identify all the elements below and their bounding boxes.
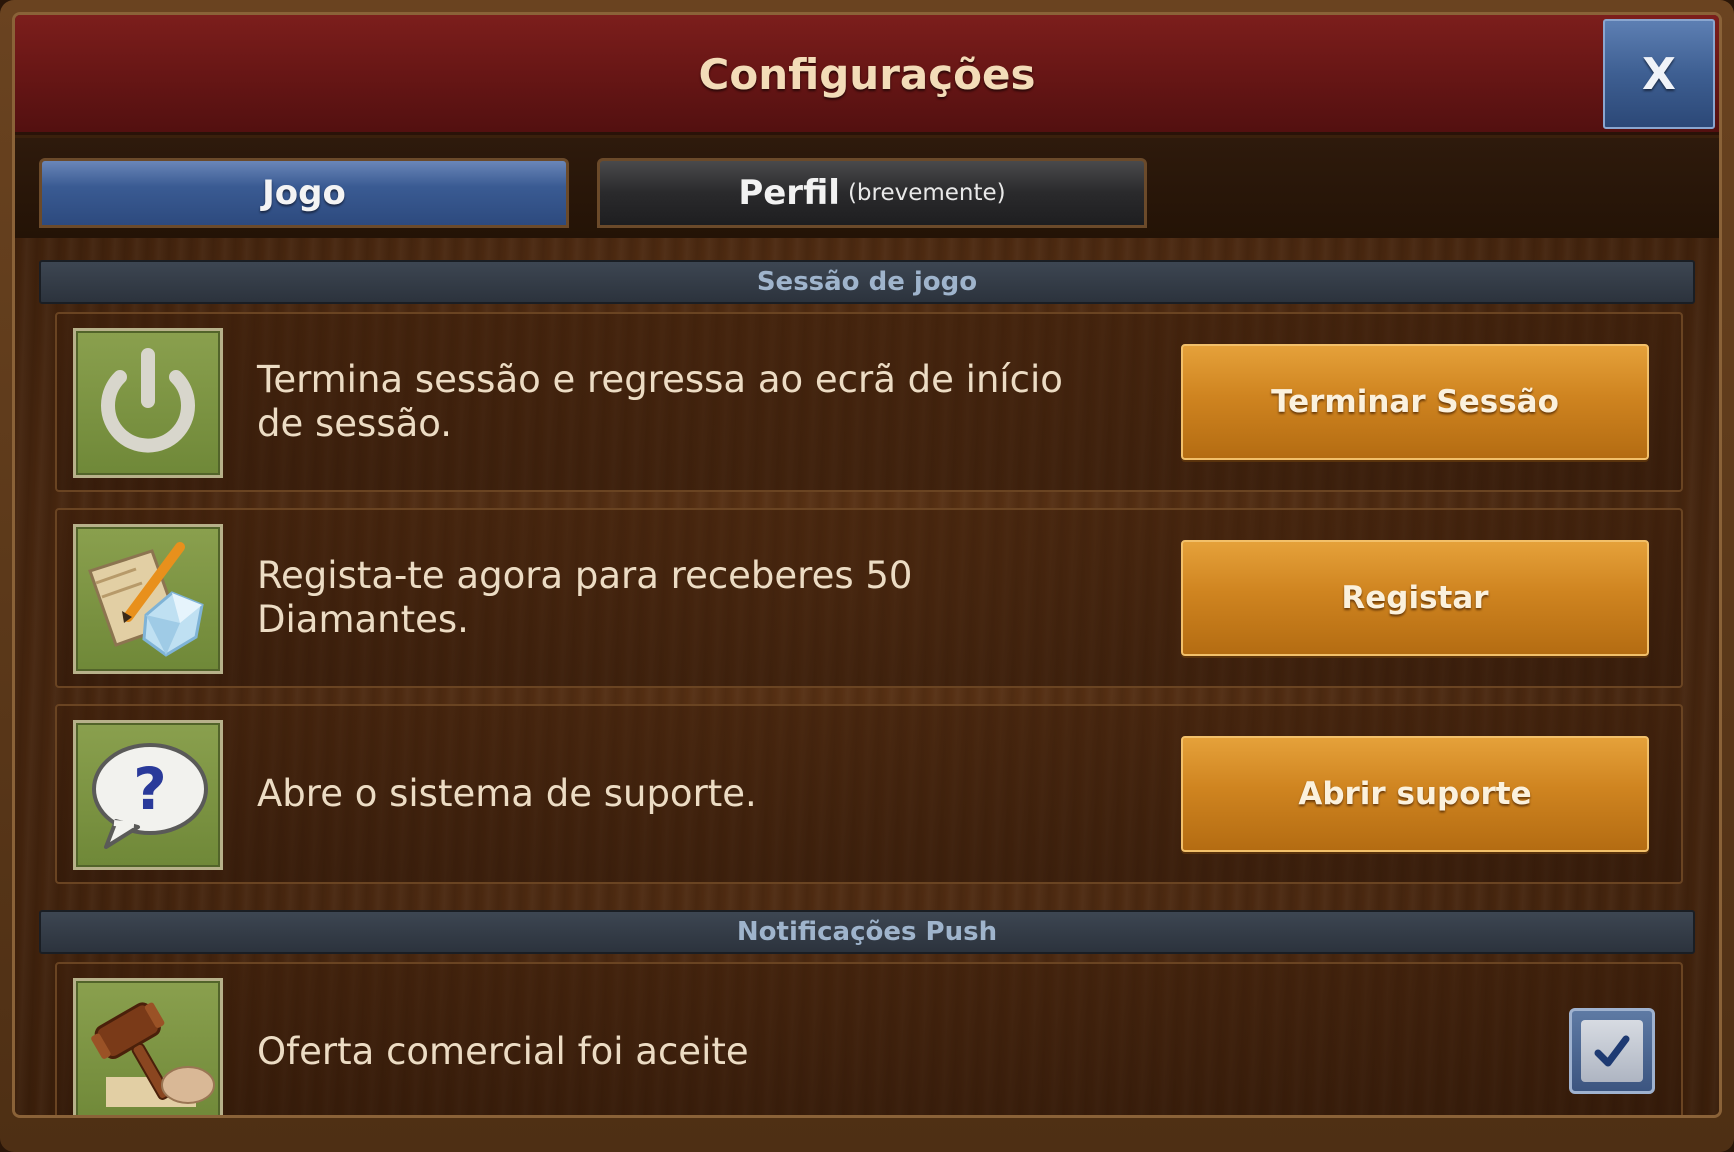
power-icon (73, 328, 223, 478)
settings-dialog: Configurações X Jogo Perfil (brevemente)… (0, 0, 1734, 1152)
section-header-push: Notificações Push (39, 910, 1695, 954)
settings-content: Sessão de jogo Termina sessão e regressa… (15, 238, 1719, 1115)
tab-perfil[interactable]: Perfil (brevemente) (597, 158, 1147, 228)
close-icon: X (1642, 48, 1676, 100)
tab-perfil-sublabel: (brevemente) (847, 180, 1006, 206)
settings-row-trade-notification: Oferta comercial foi aceite (55, 962, 1683, 1115)
tab-strip: Jogo Perfil (brevemente) (15, 138, 1719, 238)
support-description: Abre o sistema de suporte. (257, 772, 757, 815)
close-button[interactable]: X (1603, 19, 1715, 129)
register-description: Regista-te agora para receberes 50 Diama… (257, 554, 913, 641)
dialog-title: Configurações (698, 50, 1036, 99)
support-question-icon: ? (73, 720, 223, 870)
tab-jogo-label: Jogo (262, 173, 346, 213)
settings-row-register: Regista-te agora para receberes 50 Diama… (55, 508, 1683, 688)
settings-row-logout: Termina sessão e regressa ao ecrã de iní… (55, 312, 1683, 492)
register-diamonds-icon (73, 524, 223, 674)
svg-text:?: ? (133, 755, 167, 823)
logout-button[interactable]: Terminar Sessão (1181, 344, 1649, 460)
settings-row-support: ? Abre o sistema de suporte. Abrir supor… (55, 704, 1683, 884)
support-button[interactable]: Abrir suporte (1181, 736, 1649, 852)
checkbox-face (1581, 1020, 1643, 1082)
dialog-body: Configurações X Jogo Perfil (brevemente)… (12, 12, 1722, 1118)
logout-description: Termina sessão e regressa ao ecrã de iní… (257, 358, 1063, 445)
section-header-session: Sessão de jogo (39, 260, 1695, 304)
title-bar: Configurações X (15, 15, 1719, 135)
checkmark-icon (1594, 1035, 1630, 1067)
trade-notification-label: Oferta comercial foi aceite (257, 1030, 749, 1073)
tab-perfil-label: Perfil (738, 173, 840, 213)
register-button[interactable]: Registar (1181, 540, 1649, 656)
trade-notification-checkbox[interactable] (1569, 1008, 1655, 1094)
gavel-icon (73, 978, 223, 1115)
tab-jogo[interactable]: Jogo (39, 158, 569, 228)
